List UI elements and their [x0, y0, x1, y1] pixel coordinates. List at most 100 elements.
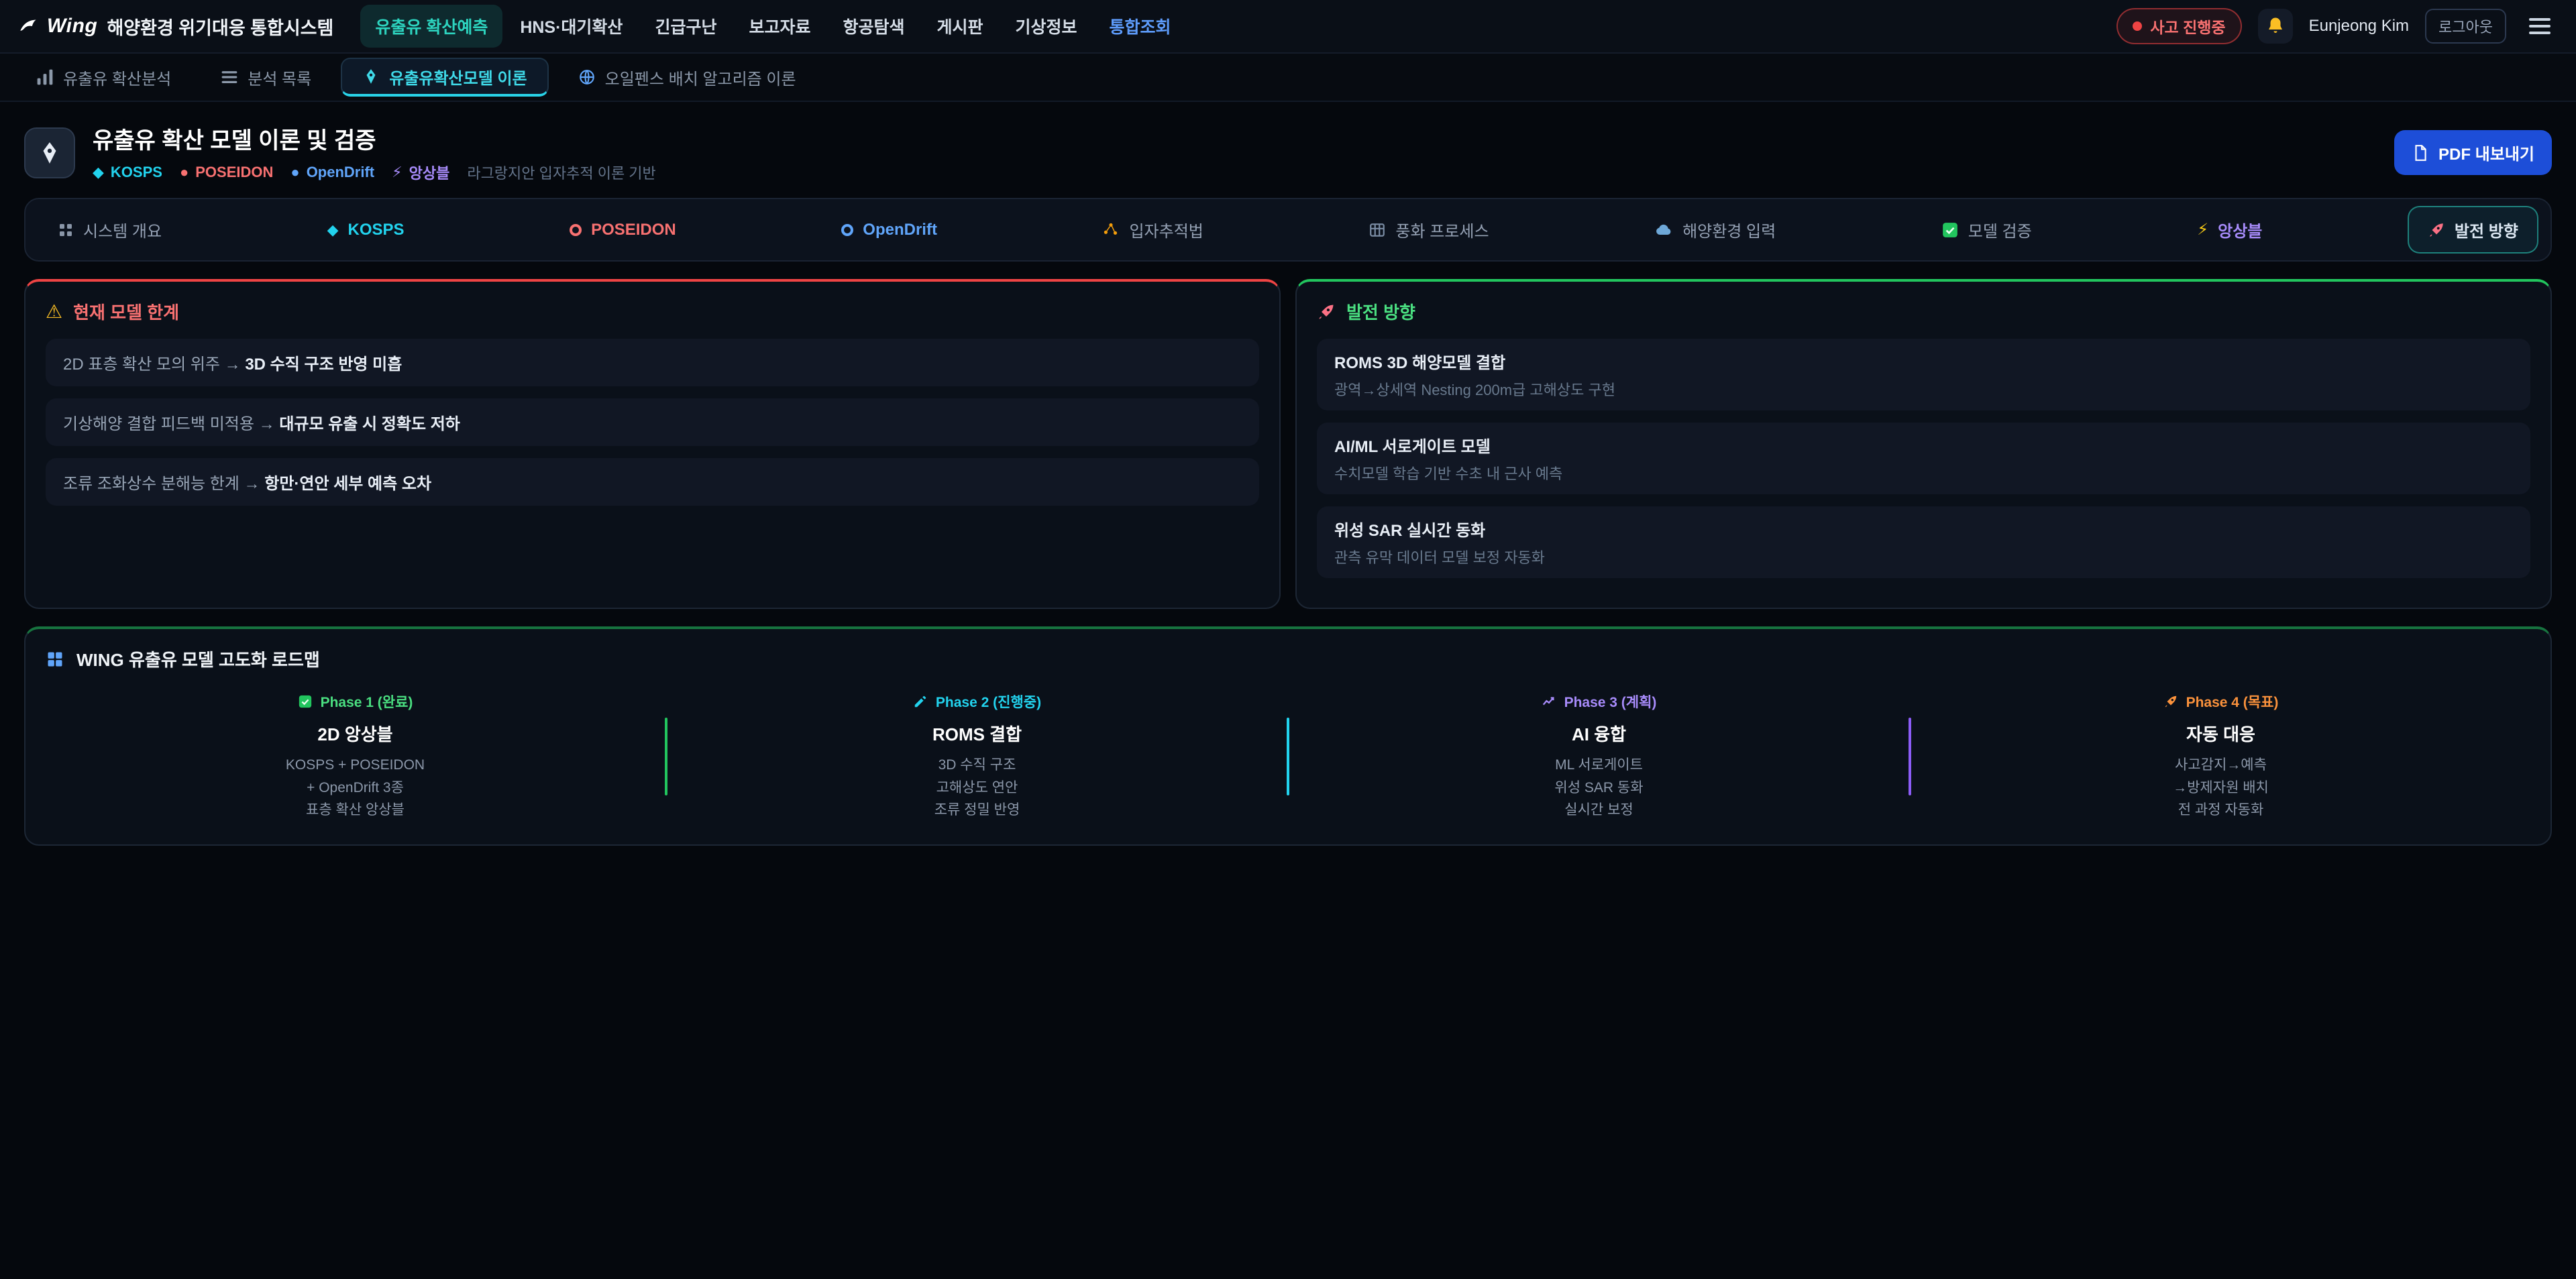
diamond-icon: ◆: [93, 164, 104, 181]
section-item-label: POSEIDON: [591, 221, 676, 239]
notifications-button[interactable]: [2258, 9, 2293, 44]
phase-badge-label: Phase 4 (목표): [2186, 691, 2279, 712]
future-item-title: 위성 SAR 실시간 동화: [1334, 517, 2513, 541]
tab-spill-analysis[interactable]: 유출유 확산분석: [16, 58, 191, 97]
pdf-export-button[interactable]: PDF 내보내기: [2394, 130, 2552, 175]
section-item-poseidon[interactable]: POSEIDON: [549, 209, 696, 252]
rocket-icon: [2428, 221, 2445, 239]
page-icon: [24, 127, 75, 178]
limitation-text: 기상해양 결합 피드백 미적용 →: [63, 415, 279, 433]
phase-name: ROMS 결합: [681, 721, 1273, 746]
chart-icon: [36, 68, 54, 86]
phase-name: 자동 대응: [1925, 721, 2517, 746]
ring-icon: [841, 224, 853, 236]
model-badge-opendrift: ● OpenDrift: [290, 164, 374, 181]
topbar-right: 사고 진행중 Eunjeong Kim 로그아웃: [2116, 8, 2557, 44]
app-logo[interactable]: Wing 해양환경 위기대응 통합시스템: [19, 13, 333, 40]
pen-nib-icon: [362, 68, 380, 85]
trend-chart-icon: [1542, 694, 1556, 709]
check-square-icon: [298, 694, 313, 709]
incident-label: 사고 진행중: [2150, 15, 2225, 38]
model-badge-label: 앙상블: [409, 162, 450, 183]
hamburger-icon: [2529, 17, 2551, 36]
section-item-label: 풍화 프로세스: [1395, 218, 1489, 241]
list-icon: [221, 68, 238, 86]
particles-icon: [1102, 221, 1120, 239]
nav-item-weather-info[interactable]: 기상정보: [1001, 5, 1092, 48]
user-name: Eunjeong Kim: [2309, 17, 2409, 36]
phase-desc-line: 표층 확산 앙상블: [59, 799, 651, 822]
tab-analysis-list[interactable]: 분석 목록: [201, 58, 331, 97]
nav-item-hns-atmosphere[interactable]: HNS·대기확산: [505, 5, 637, 48]
section-item-ensemble[interactable]: ⚡ 앙상블: [2177, 206, 2282, 254]
incident-status-badge[interactable]: 사고 진행중: [2116, 8, 2241, 44]
pencil-icon: [913, 694, 928, 709]
dot-icon: ●: [290, 164, 299, 181]
page-subtitle: 라그랑지안 입자추적 이론 기반: [467, 162, 655, 183]
logout-button[interactable]: 로그아웃: [2425, 9, 2506, 44]
model-badge-label: POSEIDON: [195, 164, 273, 181]
roadmap-phase-4: Phase 4 (목표) 자동 대응 사고감지→예측 →방제자원 배치 전 과정…: [1911, 691, 2530, 822]
model-badge-label: KOSPS: [111, 164, 162, 181]
roadmap-title-row: WING 유출유 모델 고도화 로드맵: [46, 647, 2530, 671]
bell-icon: [2265, 16, 2286, 36]
nav-item-emergency-rescue[interactable]: 긴급구난: [640, 5, 731, 48]
future-item-title: AI/ML 서로게이트 모델: [1334, 433, 2513, 457]
pdf-export-label: PDF 내보내기: [2438, 141, 2534, 164]
phase-badge: Phase 4 (목표): [1925, 691, 2517, 712]
incident-dot-icon: [2133, 21, 2142, 31]
model-badge-ensemble: ⚡ 앙상블: [392, 162, 449, 183]
section-item-kosps[interactable]: ◆ KOSPS: [307, 209, 425, 252]
roadmap-phase-3: Phase 3 (계획) AI 융합 ML 서로게이트 위성 SAR 동화 실시…: [1289, 691, 1909, 822]
future-item-title: ROMS 3D 해양모델 결합: [1334, 349, 2513, 373]
globe-icon: [578, 68, 596, 86]
model-badge-label: OpenDrift: [307, 164, 374, 181]
menu-button[interactable]: [2522, 9, 2557, 44]
rocket-icon: [1317, 302, 1336, 321]
current-model-limitations-panel: ⚠ 현재 모델 한계 2D 표층 확산 모의 위주 → 3D 수직 구조 반영 …: [24, 279, 1281, 609]
bolt-icon: ⚡: [392, 164, 402, 181]
section-item-opendrift[interactable]: OpenDrift: [821, 209, 957, 252]
nav-item-integrated-search[interactable]: 통합조회: [1095, 5, 1186, 48]
nav-item-spill-prediction[interactable]: 유출유 확산예측: [360, 5, 502, 48]
section-item-future-direction[interactable]: 발전 방향: [2408, 206, 2538, 254]
nav-item-board[interactable]: 게시판: [922, 5, 998, 48]
warning-icon: ⚠: [46, 302, 62, 321]
phase-badge-label: Phase 2 (진행중): [936, 691, 1041, 712]
future-item-desc: 수치모델 학습 기반 수초 내 근사 예측: [1334, 462, 2513, 484]
phase-desc-line: KOSPS + POSEIDON: [59, 754, 651, 777]
limitation-item: 조류 조화상수 분해능 한계 → 항만·연안 세부 예측 오차: [46, 458, 1259, 506]
section-item-label: 해양환경 입력: [1682, 218, 1776, 241]
sub-tab-bar: 유출유 확산분석 분석 목록 유출유확산모델 이론 오일펜스 배치 알고리즘 이…: [0, 54, 2576, 102]
phase-desc-line: 전 과정 자동화: [1925, 799, 2517, 822]
check-square-icon: [1941, 221, 1959, 239]
tab-oil-fence-algorithm[interactable]: 오일펜스 배치 알고리즘 이론: [558, 58, 816, 97]
future-direction-panel: 발전 방향 ROMS 3D 해양모델 결합 광역→상세역 Nesting 200…: [1295, 279, 2552, 609]
section-item-label: 발전 방향: [2455, 218, 2518, 241]
section-item-particle-tracking[interactable]: 입자추적법: [1082, 206, 1223, 254]
tab-spill-model-theory[interactable]: 유출유확산모델 이론: [341, 58, 548, 97]
phase-badge: Phase 1 (완료): [59, 691, 651, 712]
limitation-highlight: 항만·연안 세부 예측 오차: [264, 475, 431, 493]
future-title-row: 발전 방향: [1317, 299, 2530, 324]
roadmap-title: WING 유출유 모델 고도화 로드맵: [76, 647, 320, 671]
section-item-ocean-environment-input[interactable]: 해양환경 입력: [1634, 206, 1796, 254]
limitation-highlight: 3D 수직 구조 반영 미흡: [245, 355, 402, 374]
limitation-item: 2D 표층 확산 모의 위주 → 3D 수직 구조 반영 미흡: [46, 339, 1259, 386]
section-item-system-overview[interactable]: 시스템 개요: [38, 206, 182, 254]
section-item-weathering-process[interactable]: 풍화 프로세스: [1348, 206, 1509, 254]
section-item-model-validation[interactable]: 모델 검증: [1921, 206, 2052, 254]
future-item-desc: 관측 유막 데이터 모델 보정 자동화: [1334, 546, 2513, 567]
nav-item-air-search[interactable]: 항공탐색: [828, 5, 919, 48]
future-item: 위성 SAR 실시간 동화 관측 유막 데이터 모델 보정 자동화: [1317, 506, 2530, 578]
phase-badge-label: Phase 3 (계획): [1564, 691, 1657, 712]
page-header-text: 유출유 확산 모델 이론 및 검증 ◆ KOSPS ● POSEIDON ● O…: [93, 122, 656, 183]
nav-item-reports[interactable]: 보고자료: [734, 5, 825, 48]
phase-desc-line: 실시간 보정: [1303, 799, 1895, 822]
top-navigation-bar: Wing 해양환경 위기대응 통합시스템 유출유 확산예측 HNS·대기확산 긴…: [0, 0, 2576, 54]
roadmap-phase-2: Phase 2 (진행중) ROMS 결합 3D 수직 구조 고해상도 연안 조…: [667, 691, 1287, 822]
future-item-desc: 광역→상세역 Nesting 200m급 고해상도 구현: [1334, 378, 2513, 400]
section-item-label: 입자추적법: [1129, 218, 1203, 241]
section-item-label: 모델 검증: [1968, 218, 2032, 241]
tab-label: 유출유 확산분석: [63, 66, 171, 89]
